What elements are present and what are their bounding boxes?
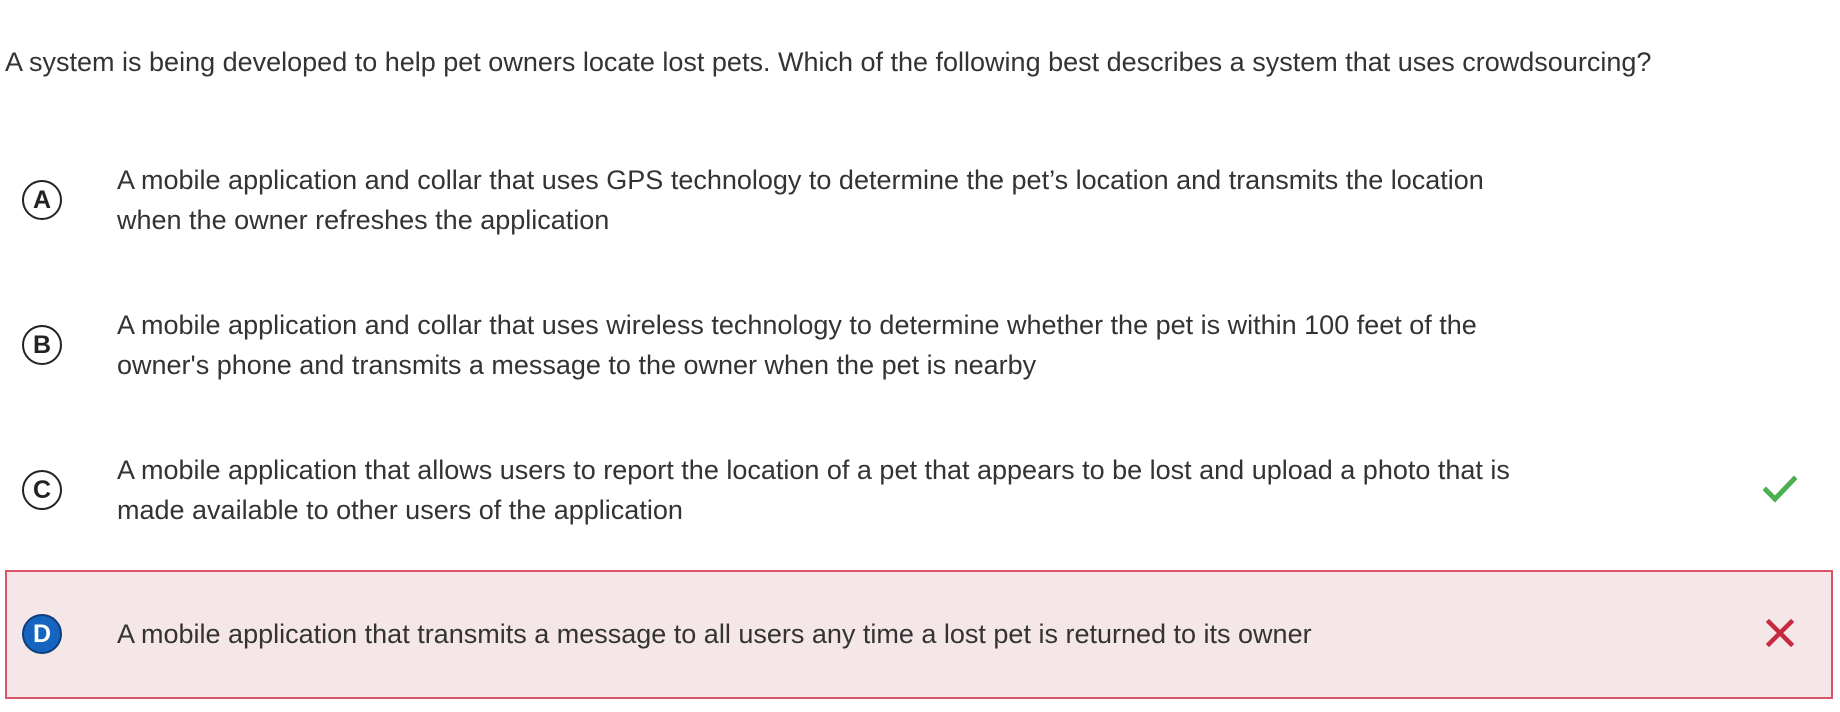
answer-option-c[interactable]: C A mobile application that allows users… <box>5 450 1833 564</box>
option-text: A mobile application that transmits a me… <box>117 619 1312 649</box>
option-letter-badge: A <box>22 180 62 220</box>
cross-icon <box>1765 618 1795 648</box>
option-letter-badge: C <box>22 470 62 510</box>
answer-option-d[interactable]: D A mobile application that transmits a … <box>5 570 1833 699</box>
answer-option-b[interactable]: B A mobile application and collar that u… <box>5 305 1833 419</box>
check-icon <box>1763 475 1797 503</box>
option-text: A mobile application and collar that use… <box>117 165 1484 235</box>
option-letter-badge: B <box>22 325 62 365</box>
question-text: A system is being developed to help pet … <box>5 47 1652 77</box>
option-text: A mobile application and collar that use… <box>117 310 1477 380</box>
answer-option-a[interactable]: A A mobile application and collar that u… <box>5 160 1833 274</box>
option-letter-badge-selected: D <box>22 614 62 654</box>
option-text: A mobile application that allows users t… <box>117 455 1510 525</box>
